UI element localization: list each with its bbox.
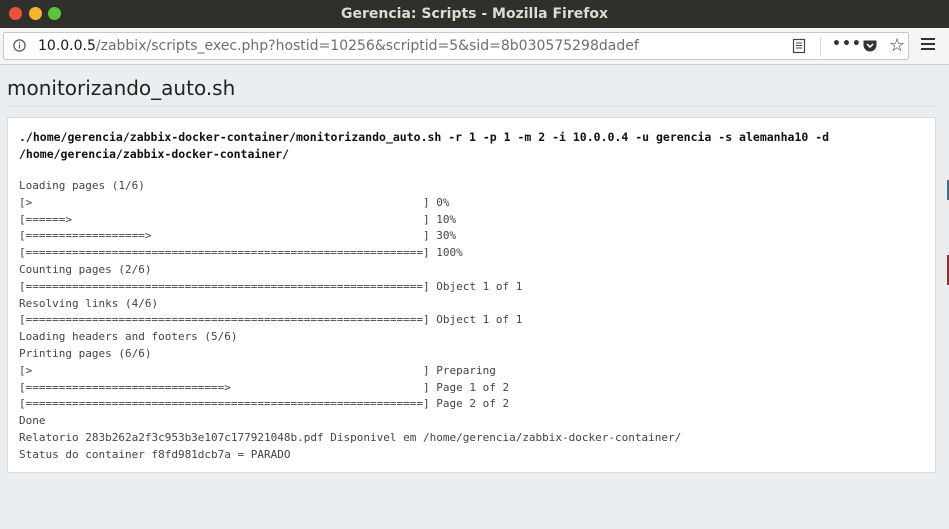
url-text[interactable]: 10.0.0.5/zabbix/scripts_exec.php?hostid=… [38, 38, 639, 54]
script-output-log: Loading pages (1/6) [> ] 0% [======> ] 1… [19, 179, 682, 461]
pocket-icon[interactable] [862, 38, 878, 54]
urlbar-separator [820, 37, 821, 57]
bookmark-star-icon[interactable]: ☆ [889, 35, 905, 56]
command-line-2: /home/gerencia/zabbix-docker-container/ [19, 147, 290, 161]
title-divider [7, 106, 936, 107]
info-icon[interactable] [13, 39, 26, 52]
address-bar[interactable]: 10.0.0.5/zabbix/scripts_exec.php?hostid=… [3, 32, 909, 60]
page-content: monitorizando_auto.sh ./home/gerencia/za… [0, 65, 949, 529]
window-title: Gerencia: Scripts - Mozilla Firefox [341, 6, 608, 22]
url-path: /zabbix/scripts_exec.php?hostid=10256&sc… [95, 38, 639, 54]
page-actions-icon[interactable]: ••• [832, 36, 862, 52]
window-titlebar: Gerencia: Scripts - Mozilla Firefox [0, 0, 949, 28]
script-output-panel: ./home/gerencia/zabbix-docker-container/… [7, 117, 936, 473]
hamburger-menu-icon[interactable] [921, 37, 935, 51]
command-line-1: ./home/gerencia/zabbix-docker-container/… [19, 130, 830, 144]
command-text: ./home/gerencia/zabbix-docker-container/… [19, 129, 829, 163]
navigation-toolbar: 10.0.0.5/zabbix/scripts_exec.php?hostid=… [0, 28, 949, 65]
page-title: monitorizando_auto.sh [7, 76, 236, 100]
url-host: 10.0.0.5 [38, 38, 96, 54]
reader-view-icon[interactable] [791, 38, 807, 54]
